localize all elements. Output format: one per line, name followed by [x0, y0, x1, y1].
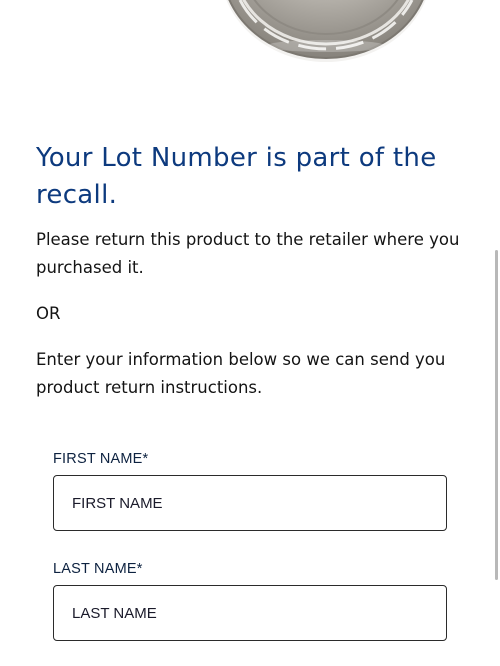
- last-name-label: LAST NAME*: [53, 561, 143, 577]
- last-name-input[interactable]: [53, 585, 447, 641]
- return-instruction-text: Please return this product to the retail…: [36, 230, 460, 277]
- recall-page: Your Lot Number is part of the recall. P…: [0, 0, 500, 666]
- scrollbar[interactable]: [495, 250, 498, 580]
- or-divider-text: OR: [36, 304, 61, 323]
- first-name-input[interactable]: [53, 475, 447, 531]
- product-lid-image: [218, 0, 434, 64]
- page-title: Your Lot Number is part of the recall.: [36, 143, 437, 210]
- form-instruction-text: Enter your information below so we can s…: [36, 350, 446, 397]
- first-name-label: FIRST NAME*: [53, 451, 149, 467]
